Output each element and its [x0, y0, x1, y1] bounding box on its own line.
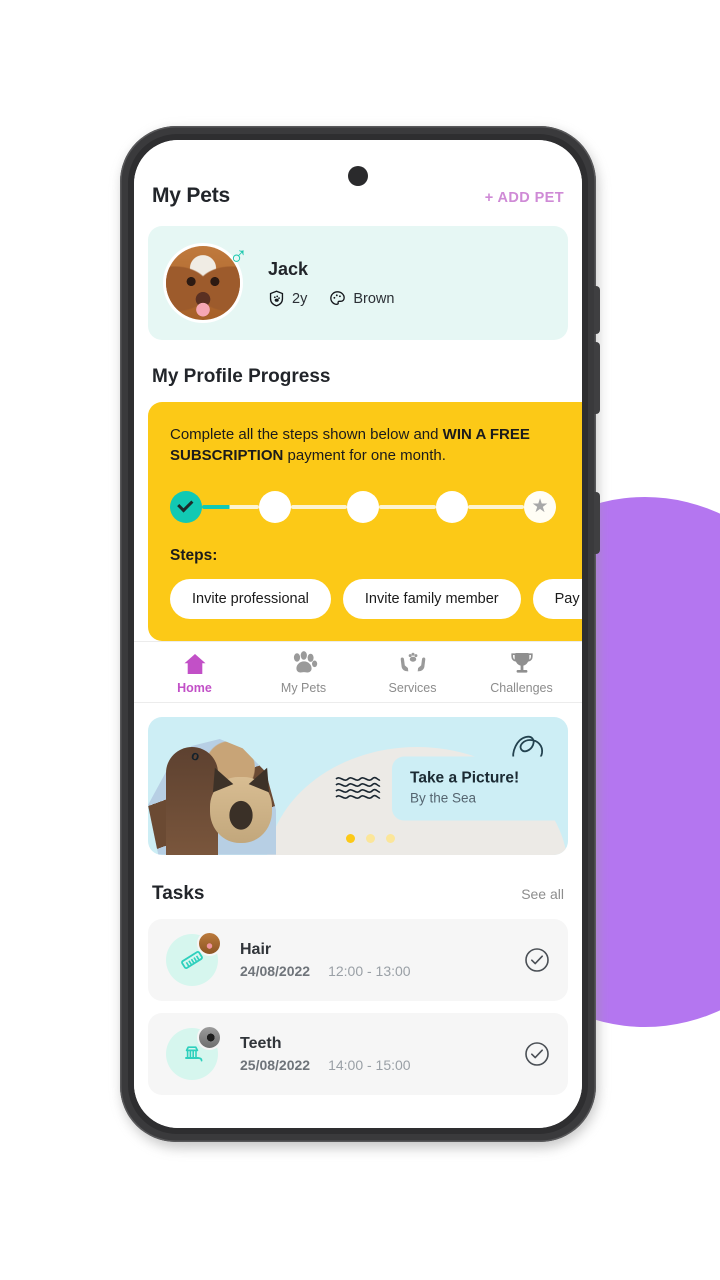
- task-name: Teeth: [240, 1034, 282, 1052]
- task-pet-avatar-dog: [197, 930, 222, 956]
- banner-title: Take a Picture!: [410, 769, 520, 787]
- steps-chip-list: Invite professional Invite family member…: [170, 578, 582, 619]
- carousel-dot-1[interactable]: [346, 833, 355, 843]
- bottom-navigation-bar: Home My Pets Services Challenges: [134, 640, 582, 703]
- carousel-dot-3[interactable]: [386, 833, 395, 843]
- check-circle-icon[interactable]: [524, 1041, 550, 1067]
- promo-banner-region: ₒ Take a Picture! By the Sea: [134, 703, 582, 855]
- task-row-hair[interactable]: Hair 24/08/2022 12:00 - 13:00: [148, 918, 568, 1001]
- top-scroll-region: My Pets + ADD PET ♂ Jack 2y Brown My Pro…: [134, 140, 582, 641]
- home-icon: [182, 651, 208, 677]
- task-body: Hair 24/08/2022 12:00 - 13:00: [240, 941, 524, 979]
- banner-subtitle: By the Sea: [410, 790, 477, 806]
- task-subline: 24/08/2022 12:00 - 13:00: [240, 963, 524, 979]
- progress-node-3[interactable]: [347, 490, 379, 523]
- banner-carousel-dots: [346, 833, 395, 843]
- palette-icon: [330, 291, 346, 305]
- tasks-title: Tasks: [152, 882, 205, 904]
- phone-volume-down-button[interactable]: [594, 342, 600, 414]
- trophy-icon: [509, 651, 535, 677]
- banner-text-plaque: Take a Picture! By the Sea: [392, 756, 568, 821]
- promo-banner[interactable]: ₒ Take a Picture! By the Sea: [148, 716, 568, 855]
- progress-node-1-done[interactable]: [170, 490, 202, 523]
- pet-color: Brown: [329, 290, 394, 307]
- task-time: 14:00 - 15:00: [328, 1056, 411, 1073]
- progress-link-2: [290, 504, 347, 509]
- add-pet-button[interactable]: + ADD PET: [485, 190, 564, 206]
- task-pet-avatar-cat: [197, 1024, 222, 1050]
- tasks-header: Tasks See all: [134, 855, 582, 905]
- task-subline: 25/08/2022 14:00 - 15:00: [240, 1057, 524, 1073]
- check-circle-icon[interactable]: [524, 947, 550, 973]
- task-icon-wrap: [166, 930, 222, 986]
- nav-label-my-pets: My Pets: [280, 680, 327, 695]
- pet-info: Jack 2y Brown: [268, 259, 394, 307]
- app-root: My Pets + ADD PET ♂ Jack 2y Brown My Pro…: [134, 140, 582, 1128]
- screenshot-canvas: My Pets + ADD PET ♂ Jack 2y Brown My Pro…: [0, 0, 720, 1280]
- promo-text: Complete all the steps shown below and W…: [170, 424, 562, 467]
- pet-age-value: 2y: [292, 290, 308, 307]
- pet-name: Jack: [268, 259, 309, 279]
- progress-link-1: [202, 504, 259, 509]
- phone-power-button[interactable]: [594, 492, 600, 554]
- phone-screen: My Pets + ADD PET ♂ Jack 2y Brown My Pro…: [134, 140, 582, 1128]
- progress-node-4[interactable]: [435, 490, 468, 523]
- task-body: Teeth 25/08/2022 14:00 - 15:00: [240, 1035, 524, 1073]
- nav-item-challenges[interactable]: Challenges: [467, 651, 576, 695]
- star-icon: ★: [531, 496, 549, 518]
- progress-stepper: ★: [170, 490, 562, 523]
- tasks-list: Hair 24/08/2022 12:00 - 13:00 Teeth 25/0…: [134, 905, 582, 1095]
- step-chip-invite-family-member[interactable]: Invite family member: [342, 578, 521, 619]
- nav-item-my-pets[interactable]: My Pets: [249, 651, 358, 695]
- male-symbol-icon: ♂: [228, 240, 249, 270]
- nav-item-services[interactable]: Services: [358, 651, 467, 695]
- hands-paw-icon: [399, 651, 427, 677]
- phone-frame: My Pets + ADD PET ♂ Jack 2y Brown My Pro…: [120, 126, 596, 1142]
- profile-progress-card: Complete all the steps shown below and W…: [148, 402, 582, 641]
- promo-prefix: Complete all the steps shown below and: [170, 426, 443, 443]
- task-row-teeth[interactable]: Teeth 25/08/2022 14:00 - 15:00: [148, 1012, 568, 1095]
- pet-color-value: Brown: [353, 290, 395, 307]
- paw-icon: [290, 651, 318, 677]
- phone-volume-up-button[interactable]: [594, 286, 600, 334]
- progress-link-3: [379, 504, 436, 509]
- step-chip-invite-professional[interactable]: Invite professional: [170, 578, 331, 619]
- tasks-see-all-link[interactable]: See all: [521, 886, 564, 902]
- task-time: 12:00 - 13:00: [328, 962, 411, 979]
- front-camera-punch-hole: [348, 166, 368, 186]
- task-date: 25/08/2022: [240, 1056, 311, 1073]
- steps-label: Steps:: [170, 546, 218, 564]
- page-title: My Pets: [152, 184, 230, 207]
- promo-suffix: payment for one month.: [283, 447, 446, 465]
- step-chip-pay[interactable]: Pay: [532, 578, 582, 619]
- task-name: Hair: [240, 940, 272, 958]
- carousel-dot-2[interactable]: [366, 833, 375, 843]
- task-icon-wrap: [166, 1024, 222, 1080]
- progress-node-reward[interactable]: ★: [524, 490, 556, 523]
- nav-label-services: Services: [388, 680, 437, 695]
- wave-lines-icon: [335, 777, 381, 800]
- pet-card-jack[interactable]: ♂ Jack 2y Brown: [148, 226, 568, 340]
- nav-label-home: Home: [177, 680, 212, 695]
- pet-meta: 2y Brown: [268, 290, 394, 307]
- task-date: 24/08/2022: [240, 962, 311, 979]
- shield-paw-icon: [269, 290, 284, 307]
- nav-label-challenges: Challenges: [490, 680, 553, 695]
- pet-avatar-wrap: ♂: [166, 242, 248, 320]
- pet-age: 2y: [268, 290, 307, 307]
- nav-item-home[interactable]: Home: [140, 651, 249, 695]
- progress-link-4: [467, 504, 524, 509]
- banner-photo-dog: [210, 776, 272, 843]
- profile-progress-title: My Profile Progress: [152, 366, 331, 387]
- progress-node-2[interactable]: [258, 490, 291, 523]
